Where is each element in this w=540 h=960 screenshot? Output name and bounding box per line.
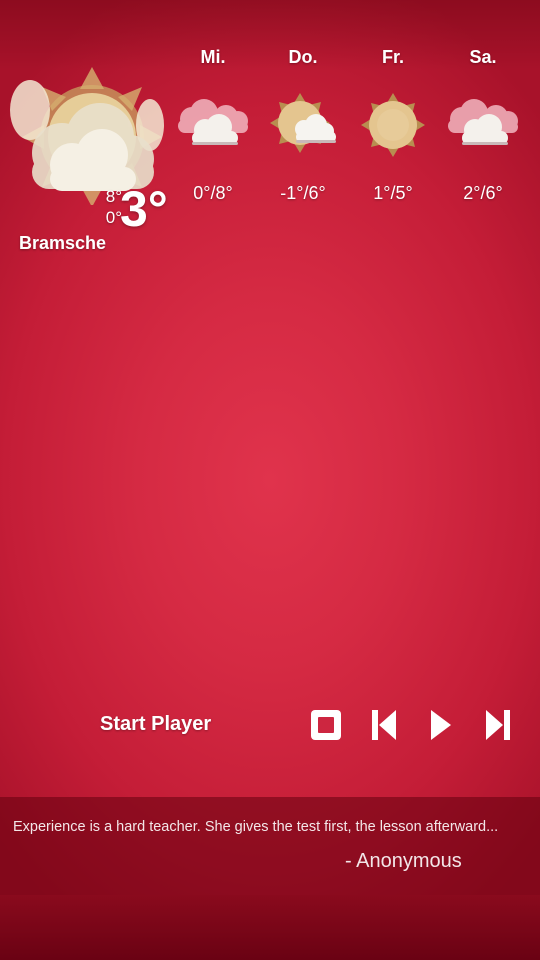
current-temperature: 3°	[120, 181, 168, 237]
previous-icon	[372, 710, 396, 740]
stop-icon	[311, 710, 341, 740]
forecast-temps: 0°/8°	[193, 183, 233, 203]
forecast-day-1: Mi. 0°/8°	[168, 45, 258, 265]
stop-button[interactable]	[306, 705, 346, 745]
quote-author: - Anonymous	[345, 850, 462, 872]
forecast-day-3: Fr. 1°/5°	[348, 45, 438, 265]
forecast-temps: 2°/6°	[463, 183, 503, 203]
forecast-day-name: Mi.	[200, 47, 226, 67]
next-icon	[486, 710, 510, 740]
start-player-button[interactable]: Start Player	[100, 710, 211, 738]
forecast-day-name: Sa.	[469, 47, 497, 67]
city-name: Bramsche	[19, 233, 107, 253]
bottom-shade	[0, 895, 540, 960]
today-high: 8°	[105, 187, 122, 206]
quote-widget[interactable]: Experience is a hard teacher. She gives …	[0, 797, 540, 895]
cloudy-icon	[448, 99, 518, 145]
forecast-day-4: Sa. 2°/6°	[438, 45, 528, 265]
today-low: 0°	[105, 208, 122, 227]
forecast-day-name: Do.	[288, 47, 318, 67]
next-button[interactable]	[478, 705, 518, 745]
weather-widget[interactable]: 8° 0° 3° Bramsche Mi. 0°/8° Do. -1°/6° F…	[0, 0, 540, 270]
forecast-day-name: Fr.	[381, 47, 404, 67]
forecast-temps: 1°/5°	[373, 183, 413, 203]
quote-text: Experience is a hard teacher. She gives …	[13, 819, 499, 835]
forecast-temps: -1°/6°	[280, 183, 326, 203]
sun-with-clouds-icon	[270, 93, 336, 153]
play-button[interactable]	[420, 705, 460, 745]
sun-icon	[361, 93, 425, 157]
forecast-day-2: Do. -1°/6°	[258, 45, 348, 265]
cloudy-icon	[178, 99, 248, 145]
previous-button[interactable]	[364, 705, 404, 745]
play-icon	[431, 710, 451, 740]
high-low-temps: 8° 0°	[100, 186, 122, 228]
